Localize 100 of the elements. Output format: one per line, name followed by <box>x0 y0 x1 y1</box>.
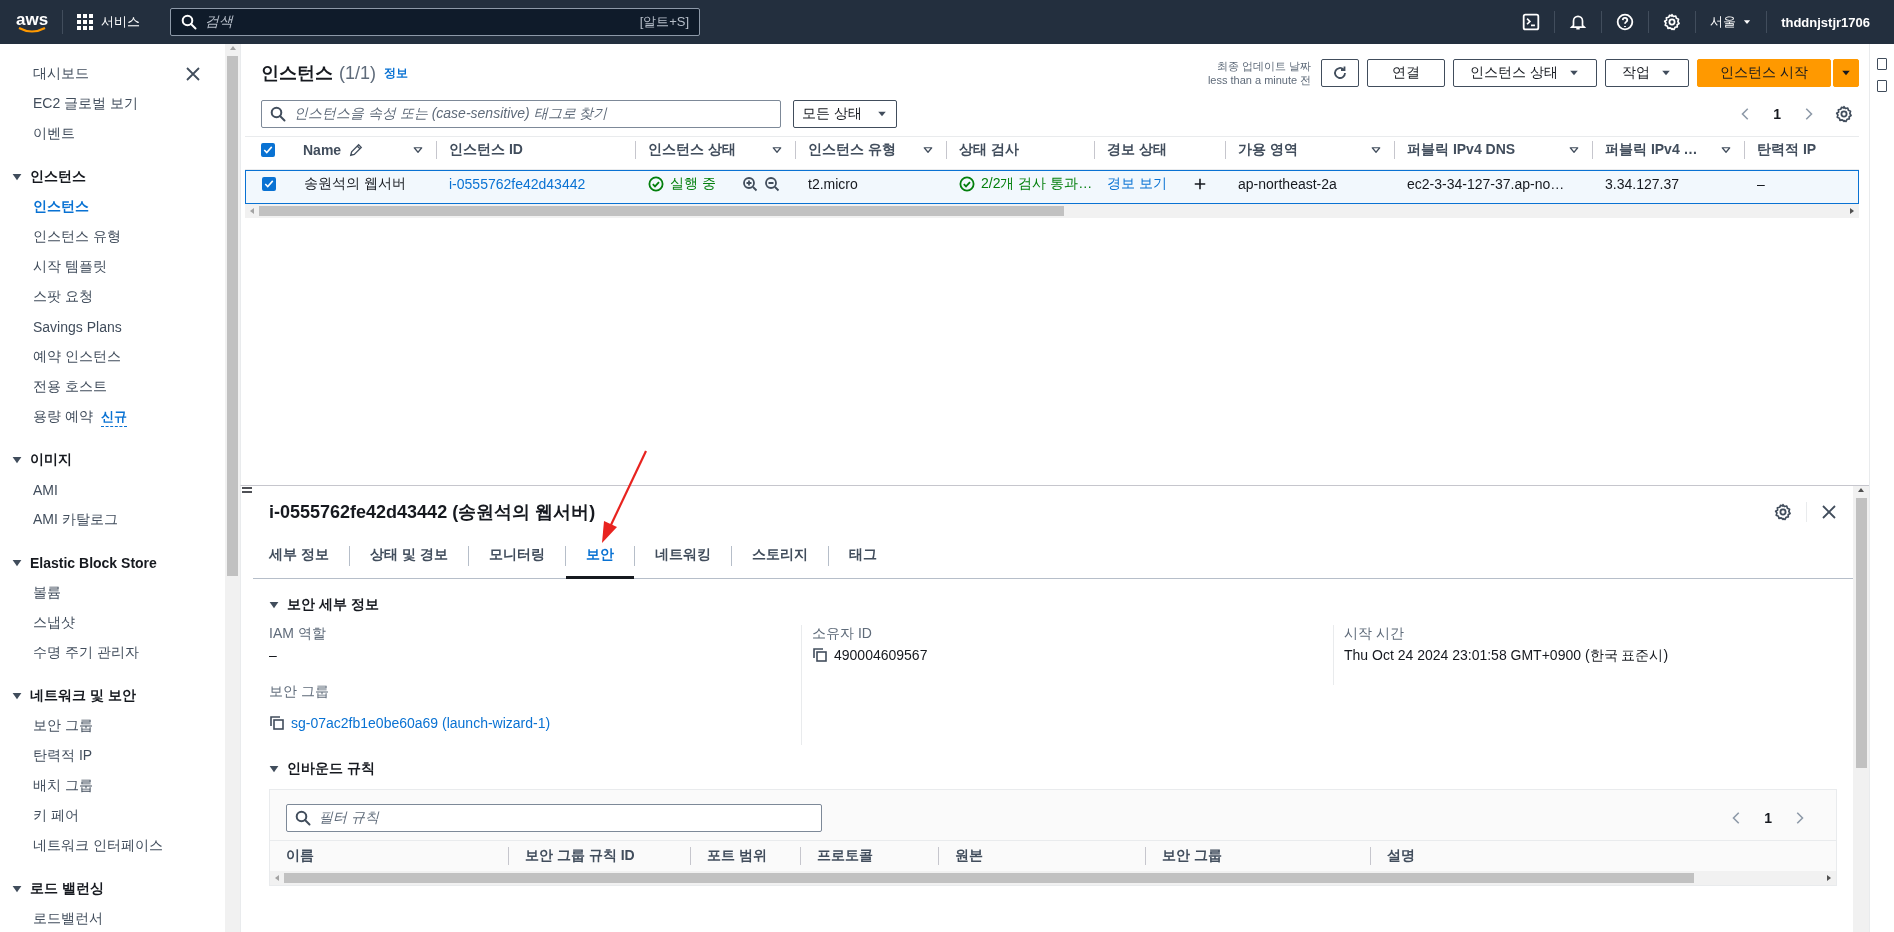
services-label[interactable]: 서비스 <box>101 13 141 31</box>
page-number[interactable]: 1 <box>1764 810 1772 826</box>
drag-handle-icon[interactable] <box>241 486 253 494</box>
nav-section-title[interactable]: 이미지 <box>30 451 72 469</box>
nav-item[interactable]: 보안 그룹 <box>33 717 93 735</box>
nav-item[interactable]: 볼륨 <box>33 584 61 602</box>
expanded-triangle-icon[interactable] <box>12 691 22 701</box>
column-header[interactable]: 인스턴스 ID <box>436 140 635 159</box>
nav-item[interactable]: 배치 그룹 <box>33 777 93 795</box>
nav-item[interactable]: 전용 호스트 <box>33 378 107 396</box>
nav-item[interactable]: 키 페어 <box>33 807 79 825</box>
nav-item[interactable]: 대시보드 <box>33 65 89 83</box>
nav-section-title[interactable]: 네트워크 및 보안 <box>30 687 136 705</box>
page-number[interactable]: 1 <box>1773 106 1781 122</box>
column-header[interactable]: 보안 그룹 <box>1162 847 1222 865</box>
tab[interactable]: 세부 정보 <box>269 534 349 579</box>
settings-icon[interactable] <box>1835 105 1853 123</box>
column-header[interactable]: 보안 그룹 규칙 ID <box>525 847 635 865</box>
nav-item[interactable]: AMI 카탈로그 <box>33 511 118 529</box>
zoom-out-icon[interactable] <box>763 175 780 192</box>
expanded-triangle-icon[interactable] <box>12 558 22 568</box>
column-header[interactable]: 원본 <box>955 847 983 865</box>
dropdown-button[interactable]: 작업 <box>1605 59 1690 87</box>
nav-item[interactable]: 이벤트 <box>33 125 75 143</box>
connect-button[interactable]: 연결 <box>1367 59 1446 87</box>
launch-dropdown-button[interactable] <box>1833 59 1859 87</box>
nav-section-title[interactable]: 로드 밸런싱 <box>30 880 104 898</box>
column-header[interactable]: 탄력적 IP <box>1744 140 1859 159</box>
account-menu[interactable]: thddnjstjr1706 <box>1781 14 1870 30</box>
column-header[interactable]: Name <box>291 140 436 159</box>
expanded-triangle-icon[interactable] <box>12 455 22 465</box>
nav-item[interactable]: 인스턴스 유형 <box>33 228 121 246</box>
settings-icon[interactable] <box>1774 503 1792 521</box>
panel-icon[interactable] <box>1877 58 1887 70</box>
tab[interactable]: 모니터링 <box>468 534 565 579</box>
refresh-button[interactable] <box>1321 59 1360 87</box>
launch-button[interactable]: 인스턴스 시작 <box>1697 59 1831 87</box>
search-field[interactable]: 검색 [알트+S] <box>170 8 701 36</box>
scrollbar-thumb[interactable] <box>284 873 1694 883</box>
expanded-triangle-icon[interactable] <box>12 172 22 182</box>
help-icon[interactable] <box>1616 13 1635 31</box>
column-header[interactable]: 경보 상태 <box>1094 140 1225 159</box>
nav-item[interactable]: 인스턴스 <box>33 198 89 216</box>
expanded-triangle-icon[interactable] <box>269 600 279 610</box>
column-header[interactable]: 이름 <box>286 847 314 865</box>
region-menu[interactable]: 서울 <box>1710 13 1753 31</box>
nav-item[interactable]: 로드밸런서 <box>33 910 103 928</box>
nav-item[interactable]: EC2 글로벌 보기 <box>33 95 138 113</box>
state-filter-dropdown[interactable]: 모든 상태 <box>793 100 897 128</box>
nav-item[interactable]: 네트워크 인터페이스 <box>33 837 163 855</box>
expanded-triangle-icon[interactable] <box>269 764 279 774</box>
search-field[interactable]: 인스턴스을 속성 또는 (case-sensitive) 태그로 찾기 <box>261 100 781 128</box>
nav-item[interactable]: Savings Plans <box>33 319 122 335</box>
plus-icon[interactable] <box>1192 176 1207 191</box>
column-header[interactable]: 가용 영역 <box>1225 140 1394 159</box>
panel-icon[interactable] <box>1877 80 1887 92</box>
table-cell: t2.micro <box>808 175 858 192</box>
scrollbar-thumb[interactable] <box>259 206 1064 216</box>
tab[interactable]: 스토리지 <box>731 534 828 579</box>
services-menu[interactable]: 서비스 <box>62 10 155 34</box>
nav-item[interactable]: 수명 주기 관리자 <box>33 644 139 662</box>
column-header[interactable]: 인스턴스 상태 <box>635 140 795 159</box>
column-header[interactable]: 인스턴스 유형 <box>795 140 946 159</box>
tab[interactable]: 상태 및 경보 <box>349 534 468 579</box>
nav-item[interactable]: 스냅샷 <box>33 614 75 632</box>
row-checkbox[interactable] <box>262 176 276 191</box>
terminal-icon[interactable] <box>1522 13 1541 31</box>
scrollbar-thumb[interactable] <box>227 56 238 576</box>
nav-item[interactable]: 용량 예약 <box>33 408 93 426</box>
security-group-link[interactable]: sg-07ac2fb1e0be60a69 (launch-wizard-1) <box>291 715 551 731</box>
filter-field[interactable]: 필터 규칙 <box>286 804 822 832</box>
column-header[interactable]: 퍼블릭 IPv4 … <box>1592 140 1744 159</box>
column-header[interactable]: 설명 <box>1387 847 1415 865</box>
nav-item[interactable]: AMI <box>33 482 58 498</box>
bell-icon[interactable] <box>1569 13 1588 31</box>
section-title[interactable]: 보안 세부 정보 <box>287 596 379 614</box>
column-header[interactable]: 포트 범위 <box>707 847 767 865</box>
close-icon[interactable] <box>1821 504 1837 520</box>
nav-item[interactable]: 스팟 요청 <box>33 288 93 306</box>
tab[interactable]: 네트워킹 <box>634 534 731 579</box>
section-title[interactable]: 인바운드 규칙 <box>287 760 375 778</box>
column-header[interactable]: 퍼블릭 IPv4 DNS <box>1394 140 1592 159</box>
info-link[interactable]: 정보 <box>384 64 408 82</box>
zoom-in-icon[interactable] <box>741 175 758 192</box>
instance-id-link[interactable]: i-0555762fe42d43442 <box>449 175 586 192</box>
nav-section-title[interactable]: Elastic Block Store <box>30 555 157 571</box>
nav-item[interactable]: 시작 템플릿 <box>33 258 107 276</box>
column-header[interactable]: 프로토콜 <box>817 847 873 865</box>
nav-item[interactable]: 탄력적 IP <box>33 747 93 765</box>
scrollbar-thumb[interactable] <box>1855 498 1867 768</box>
nav-section-title[interactable]: 인스턴스 <box>30 168 86 186</box>
select-all-checkbox[interactable] <box>261 142 275 157</box>
view-alarms-link[interactable]: 경보 보기 <box>1107 174 1167 193</box>
expanded-triangle-icon[interactable] <box>12 884 22 894</box>
dropdown-button[interactable]: 인스턴스 상태 <box>1453 59 1598 87</box>
nav-item[interactable]: 예약 인스턴스 <box>33 348 121 366</box>
aws-logo[interactable]: aws <box>16 11 49 27</box>
close-button[interactable] <box>185 66 201 82</box>
tab[interactable]: 태그 <box>828 534 897 579</box>
column-header[interactable]: 상태 검사 <box>946 140 1094 159</box>
